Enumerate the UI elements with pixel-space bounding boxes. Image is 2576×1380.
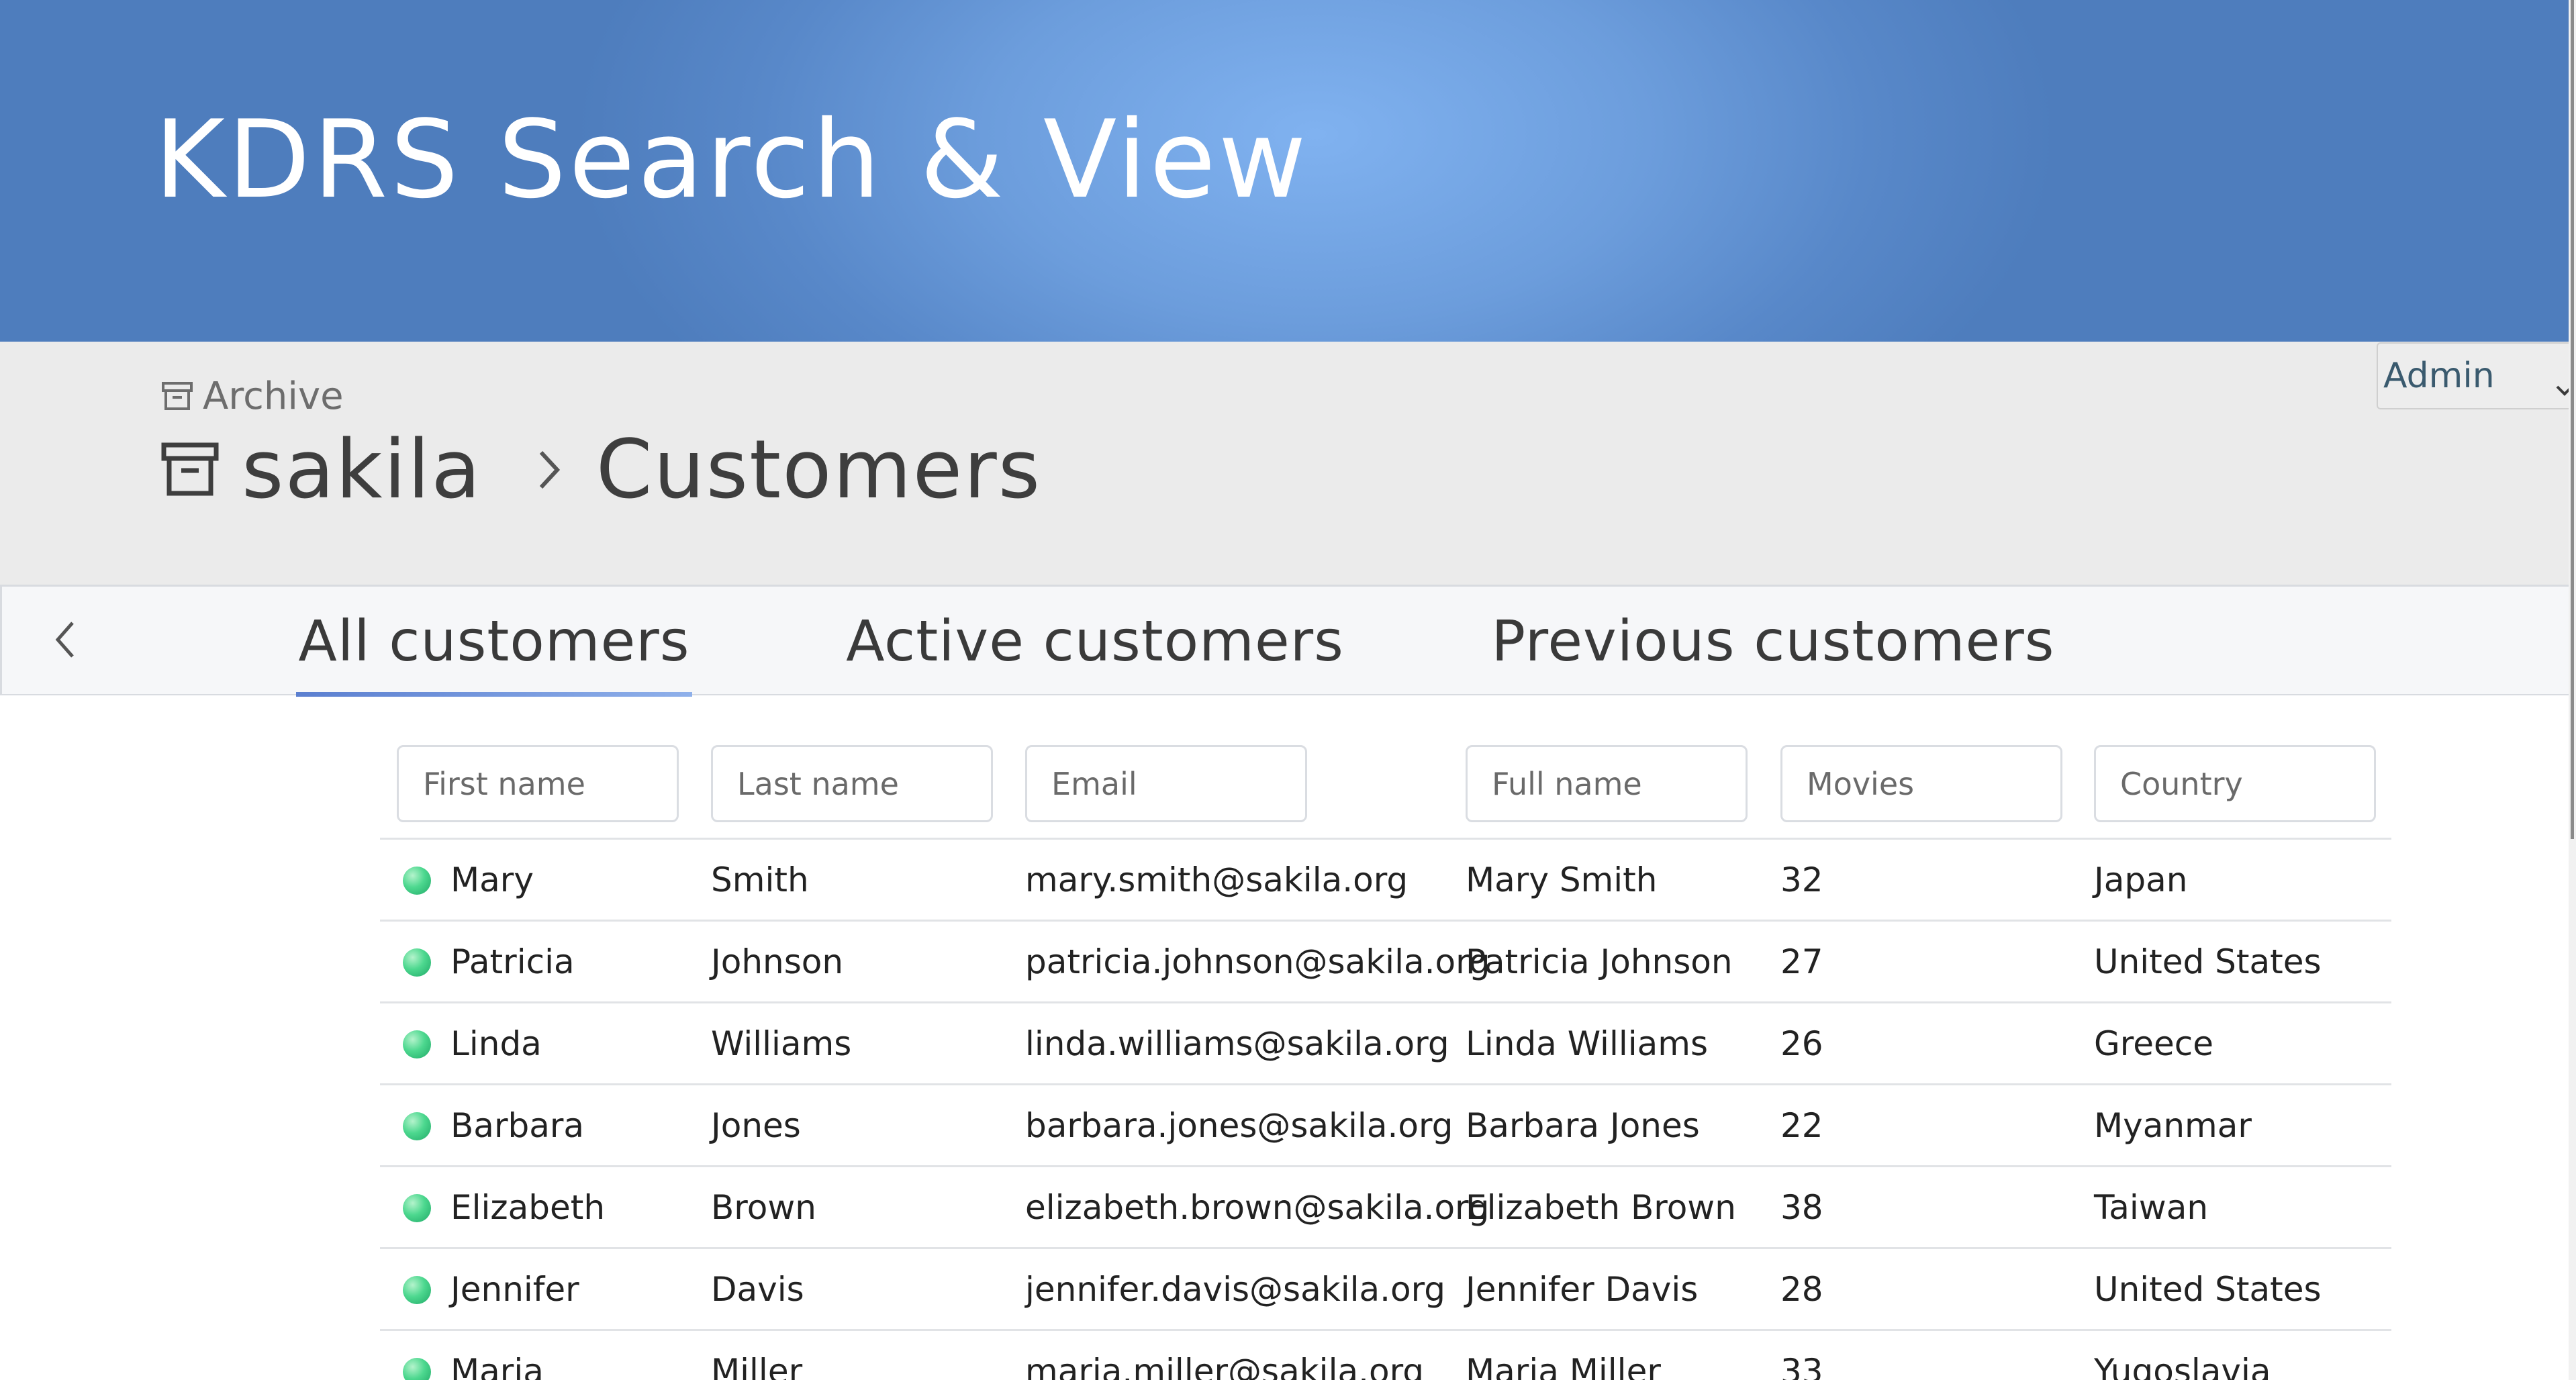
country-cell: Japan [2094,860,2188,899]
archive-box-icon [161,424,219,517]
breadcrumb-database[interactable]: sakila [161,424,482,517]
full-name-cell: Maria Miller [1466,1351,1661,1380]
full-name-cell: Mary Smith [1466,860,1658,899]
email-cell: patricia.johnson@sakila.org [1025,942,1490,981]
email-cell: maria.miller@sakila.org [1025,1351,1424,1380]
table-row[interactable]: Linda Williams linda.williams@sakila.org Li… [380,1001,2391,1083]
country-cell: United States [2094,942,2322,981]
user-role-value: Admin [2383,356,2495,396]
app-page: KDRS Search & View Archive sakila Custom… [0,0,2576,1380]
email-cell: jennifer.davis@sakila.org [1025,1269,1446,1309]
movies-filter[interactable] [1780,745,2062,822]
archive-label: Archive [203,374,344,418]
chevron-left-icon [54,619,77,663]
last-name-cell: Smith [711,860,809,899]
tab-label: All customers [298,608,690,674]
movies-cell: 28 [1780,1269,1823,1309]
table-row[interactable]: Jennifer Davis jennifer.davis@sakila.org Je… [380,1247,2391,1329]
country-cell: Greece [2094,1024,2213,1063]
full-name-cell: Patricia Johnson [1466,942,1733,981]
breadcrumb-database-label: sakila [242,423,482,517]
scrollbar-thumb[interactable] [2571,0,2574,839]
country-cell: Myanmar [2094,1105,2252,1145]
status-active-icon [403,867,431,895]
status-active-icon [403,1276,431,1304]
first-name-cell: Patricia [450,942,575,981]
movies-cell: 32 [1780,860,1823,899]
archive-link[interactable]: Archive [161,373,344,420]
status-active-icon [403,1194,431,1222]
movies-cell: 26 [1780,1024,1823,1063]
first-name-cell: Maria [450,1351,544,1380]
status-active-icon [403,1358,431,1380]
last-name-cell: Williams [711,1024,852,1063]
app-banner: KDRS Search & View [0,0,2576,342]
full-name-cell: Linda Williams [1466,1024,1709,1063]
last-name-cell: Miller [711,1351,803,1380]
tab-bar: All customers Active customers Previous … [0,585,2576,697]
column-filters [0,745,2576,822]
app-title: KDRS Search & View [154,97,1309,222]
last-name-cell: Jones [711,1105,801,1145]
email-cell: linda.williams@sakila.org [1025,1024,1449,1063]
first-name-cell: Barbara [450,1105,585,1145]
email-cell: elizabeth.brown@sakila.org [1025,1187,1490,1227]
full-name-cell: Elizabeth Brown [1466,1187,1736,1227]
country-cell: United States [2094,1269,2322,1309]
status-active-icon [403,948,431,977]
email-cell: barbara.jones@sakila.org [1025,1105,1453,1145]
first-name-filter[interactable] [397,745,679,822]
last-name-cell: Brown [711,1187,816,1227]
first-name-cell: Mary [450,860,534,899]
customers-table: Mary Smith mary.smith@sakila.org Mary Smith… [380,838,2391,1380]
first-name-cell: Jennifer [450,1269,579,1309]
status-active-icon [403,1112,431,1140]
breadcrumb-table: Customers [595,423,1042,517]
status-active-icon [403,1030,431,1058]
last-name-cell: Davis [711,1269,804,1309]
last-name-filter[interactable] [711,745,993,822]
tab-active-customers[interactable]: Active customers [840,587,1350,695]
movies-cell: 38 [1780,1187,1823,1227]
last-name-cell: Johnson [711,942,844,981]
country-cell: Taiwan [2094,1187,2209,1227]
user-role-select[interactable]: Admin [2377,342,2576,409]
archive-icon [161,381,193,411]
table-row[interactable]: Patricia Johnson patricia.johnson@sakila.o… [380,920,2391,1001]
full-name-cell: Barbara Jones [1466,1105,1700,1145]
table-row[interactable]: Elizabeth Brown elizabeth.brown@sakila.org… [380,1165,2391,1247]
full-name-filter[interactable] [1466,745,1748,822]
first-name-cell: Linda [450,1024,542,1063]
table-row[interactable]: Maria Miller maria.miller@sakila.org Maria … [380,1329,2391,1380]
chevron-right-icon [537,444,561,495]
tab-previous-customers[interactable]: Previous customers [1492,587,2054,695]
tab-label: Active customers [846,608,1344,674]
breadcrumb: sakila Customers [161,423,1041,517]
movies-cell: 33 [1780,1351,1823,1380]
table-row[interactable]: Barbara Jones barbara.jones@sakila.org Barb… [380,1083,2391,1165]
movies-cell: 22 [1780,1105,1823,1145]
email-cell: mary.smith@sakila.org [1025,860,1409,899]
tab-label: Previous customers [1491,608,2055,674]
email-filter[interactable] [1025,745,1307,822]
back-button[interactable] [0,587,128,695]
table-row[interactable]: Mary Smith mary.smith@sakila.org Mary Smith… [380,838,2391,920]
tab-all-customers[interactable]: All customers [296,587,692,697]
first-name-cell: Elizabeth [450,1187,606,1227]
country-filter[interactable] [2094,745,2376,822]
movies-cell: 27 [1780,942,1823,981]
country-cell: Yugoslavia [2094,1351,2271,1380]
full-name-cell: Jennifer Davis [1466,1269,1699,1309]
